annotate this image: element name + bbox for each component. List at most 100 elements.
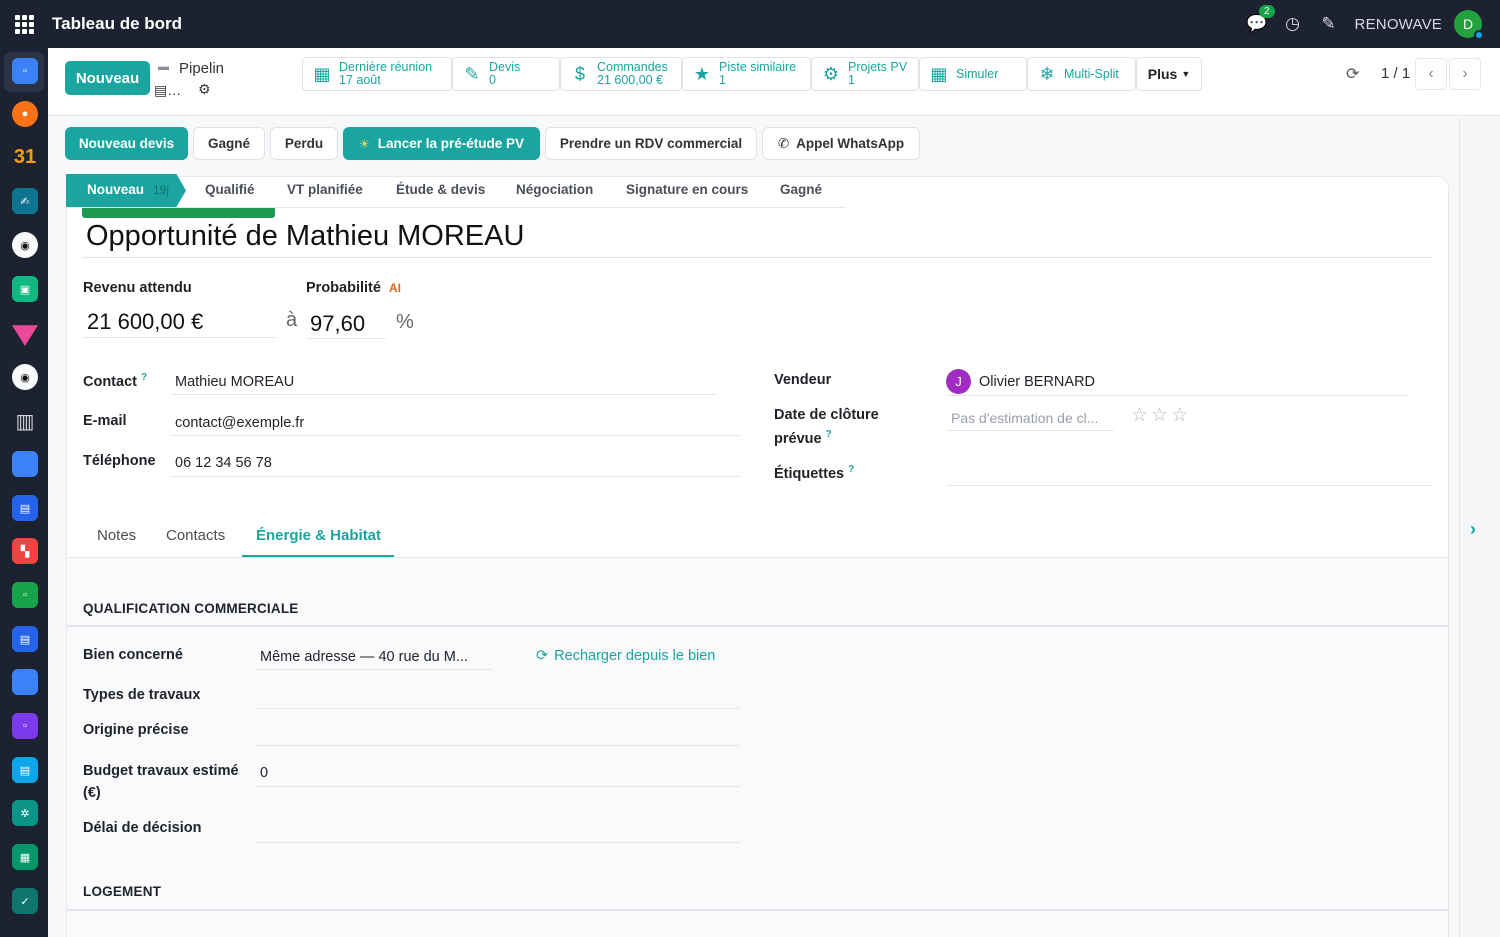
sidebar-app-sign[interactable]: ✍: [12, 188, 38, 214]
sidebar-app-purple[interactable]: ▫: [12, 713, 38, 739]
stage-won[interactable]: Gagné: [780, 182, 822, 197]
help-icon[interactable]: ?: [848, 464, 854, 475]
reload-from-property-button[interactable]: ⟳ Recharger depuis le bien: [536, 648, 715, 664]
smart-value: 17 août: [339, 73, 381, 87]
smart-label: Piste similaire: [719, 60, 797, 74]
contact-input[interactable]: Mathieu MOREAU: [175, 374, 294, 390]
star-icon[interactable]: ☆: [1151, 405, 1171, 426]
calendar-31-icon: 31: [13, 145, 37, 168]
help-icon[interactable]: ?: [826, 429, 832, 440]
tab-notes[interactable]: Notes: [97, 527, 136, 544]
sidebar-app-sales[interactable]: [12, 325, 38, 346]
sidebar-app-calendar[interactable]: 31: [12, 144, 38, 170]
budget-label-line2: (€): [83, 785, 101, 801]
dashboard-icon: ▚: [20, 545, 30, 558]
smart-button-pv-projects[interactable]: ⚙ Projets PV 1: [811, 57, 919, 91]
origin-input[interactable]: [256, 745, 740, 746]
sun-icon: ☀: [358, 136, 370, 151]
smart-button-last-meeting[interactable]: ▦ Dernière réunion 17 août: [302, 57, 452, 91]
clock-icon: ◷: [1285, 14, 1300, 33]
close-date-input[interactable]: Pas d'estimation de cl...: [951, 410, 1098, 426]
sidebar-app-crm[interactable]: ◉: [12, 232, 38, 258]
help-icon[interactable]: ?: [141, 372, 147, 383]
sidebar-app-blue-2[interactable]: [12, 669, 38, 695]
breadcrumb-pipeline[interactable]: Pipelin: [179, 60, 224, 77]
magic-wand-button[interactable]: ✎: [1311, 14, 1347, 34]
phone-input[interactable]: 06 12 34 56 78: [175, 455, 272, 471]
title-underline: [82, 257, 1432, 258]
field-underline: [946, 430, 1114, 431]
tab-energy-housing[interactable]: Énergie & Habitat: [256, 527, 381, 544]
apps-menu-button[interactable]: [0, 0, 48, 48]
sidebar-app-accounting[interactable]: ▥: [12, 408, 38, 434]
stage-study-quote[interactable]: Étude & devis: [396, 182, 485, 197]
document-icon: ▤: [154, 82, 168, 98]
book-meeting-button[interactable]: Prendre un RDV commercial: [545, 127, 757, 160]
sidebar-app-spreadsheet[interactable]: ▦: [12, 844, 38, 870]
smart-button-orders[interactable]: $ Commandes 21 600,00 €: [560, 57, 682, 91]
section-divider: [67, 625, 1448, 627]
sidebar-app-events[interactable]: ◉: [12, 364, 38, 390]
new-record-button[interactable]: Nouveau: [65, 61, 150, 95]
pager-next-button[interactable]: ›: [1449, 58, 1481, 90]
smart-button-similar-lead[interactable]: ★ Piste similaire 1: [682, 57, 811, 91]
app-title[interactable]: Tableau de bord: [52, 14, 182, 34]
sidebar-app-discuss[interactable]: ▫: [12, 58, 38, 84]
smart-button-simulate[interactable]: ▦ Simuler: [919, 57, 1027, 91]
smart-button-quotes[interactable]: ✎ Devis 0: [452, 57, 560, 91]
chat-button[interactable]: 💬 2: [1239, 5, 1275, 34]
property-input[interactable]: Même adresse — 40 rue du M...: [260, 649, 468, 665]
sidebar-app-dashboards[interactable]: ▚: [12, 538, 38, 564]
smart-button-multi-split[interactable]: ❄ Multi-Split: [1027, 57, 1136, 91]
works-type-input[interactable]: [256, 708, 740, 709]
opportunity-title[interactable]: Opportunité de Mathieu MOREAU: [86, 220, 524, 253]
sidebar-app-chat[interactable]: ●: [12, 101, 38, 127]
sidebar-app-green[interactable]: ▫: [12, 582, 38, 608]
field-underline: [82, 337, 276, 338]
stage-negotiation[interactable]: Négociation: [516, 182, 593, 197]
field-underline: [946, 395, 1407, 396]
chatter-collapsed-panel: [1459, 118, 1500, 937]
sidebar-app-contacts[interactable]: ▣: [12, 276, 38, 302]
decision-delay-input[interactable]: [256, 842, 740, 843]
pager-previous-button[interactable]: ‹: [1415, 58, 1447, 90]
whatsapp-call-button[interactable]: ✆ Appel WhatsApp: [762, 127, 920, 160]
lost-button[interactable]: Perdu: [270, 127, 338, 160]
ai-icon[interactable]: AI: [389, 281, 401, 295]
stage-days-count: 19j: [153, 183, 170, 197]
stage-site-visit[interactable]: VT planifiée: [287, 182, 363, 197]
email-input[interactable]: contact@exemple.fr: [175, 415, 304, 431]
star-icon[interactable]: ☆: [1171, 405, 1191, 426]
refresh-icon[interactable]: ⟳: [1346, 64, 1359, 84]
company-switcher[interactable]: RENOWAVE: [1355, 16, 1442, 33]
expand-chatter-chevron-icon[interactable]: ›: [1470, 519, 1476, 540]
calculator-icon: ▦: [930, 63, 948, 84]
launch-pv-study-button[interactable]: ☀ Lancer la pré-étude PV: [343, 127, 540, 160]
sidebar-app-team[interactable]: ✲: [12, 800, 38, 826]
probability-input[interactable]: 97,60: [310, 311, 365, 337]
stage-qualified[interactable]: Qualifié: [205, 182, 255, 197]
budget-input[interactable]: 0: [260, 765, 268, 781]
sidebar-app-blue[interactable]: [12, 451, 38, 477]
user-avatar[interactable]: D: [1454, 10, 1484, 40]
disc-icon: ◉: [20, 371, 30, 384]
sidebar-app-planning[interactable]: ▤: [12, 495, 38, 521]
stage-signing[interactable]: Signature en cours: [626, 182, 748, 197]
pager-value[interactable]: 1 / 1: [1381, 65, 1410, 82]
new-quote-button[interactable]: Nouveau devis: [65, 127, 188, 160]
expected-revenue-input[interactable]: 21 600,00 €: [87, 309, 203, 335]
sidebar-app-calendar-2[interactable]: ▤: [12, 626, 38, 652]
team-icon: ✲: [20, 807, 30, 820]
star-icon[interactable]: ☆: [1131, 405, 1151, 426]
sidebar-app-tasks[interactable]: ✓: [12, 888, 38, 914]
section-divider: [67, 909, 1448, 911]
won-button[interactable]: Gagné: [193, 127, 265, 160]
more-dropdown[interactable]: Plus ▼: [1136, 57, 1202, 91]
salesperson-input[interactable]: Olivier BERNARD: [979, 374, 1095, 390]
tab-contacts[interactable]: Contacts: [166, 527, 225, 544]
sidebar-app-documents[interactable]: ▤: [12, 757, 38, 783]
activity-clock-button[interactable]: ◷: [1275, 14, 1311, 34]
record-actions-gear-icon[interactable]: ⚙: [198, 81, 211, 98]
dollar-icon: $: [574, 63, 585, 84]
priority-stars[interactable]: ☆☆☆: [1131, 404, 1191, 427]
